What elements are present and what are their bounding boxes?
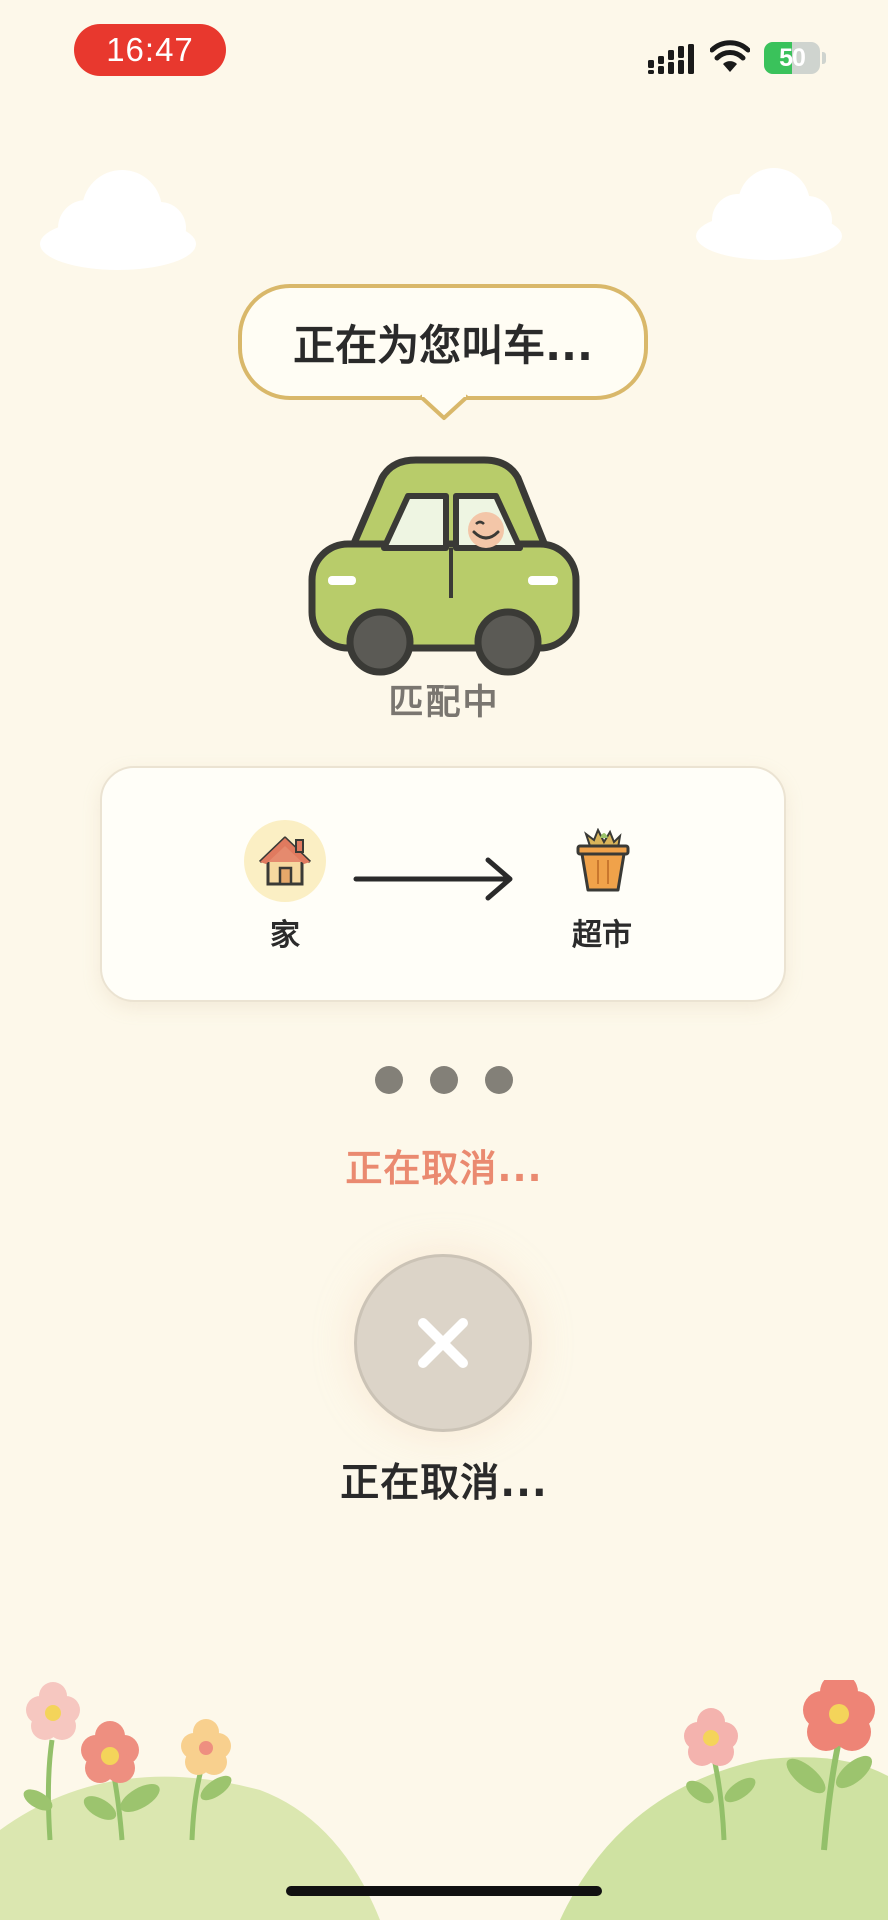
destination-label: 超市 (572, 918, 632, 953)
progress-dot (430, 1066, 458, 1094)
cancel-status-text: 正在取消... (345, 1147, 543, 1190)
house-icon (258, 836, 312, 886)
cancel-ride-button[interactable] (354, 1254, 532, 1432)
wifi-icon (710, 40, 750, 72)
progress-dot (375, 1066, 403, 1094)
speech-bubble: 正在为您叫车... (238, 284, 648, 400)
close-icon (418, 1318, 468, 1368)
matching-status-label: 匹配中 (388, 683, 500, 723)
grocery-basket-icon (576, 828, 630, 892)
battery-level: 50 (779, 44, 806, 72)
hills-flowers-decoration (0, 1680, 888, 1920)
speech-bubble-tail (418, 392, 470, 420)
progress-dot (485, 1066, 513, 1094)
cloud-right (696, 168, 842, 260)
car-illustration (308, 456, 580, 676)
right-arrow-icon (353, 857, 513, 901)
battery-icon: 50 (764, 42, 828, 74)
cancel-caption: 正在取消... (340, 1461, 548, 1506)
signal-icon (648, 44, 694, 74)
home-indicator[interactable] (286, 1886, 602, 1896)
status-time: 16:47 (74, 24, 226, 76)
origin-icon-container (244, 820, 326, 902)
origin-label: 家 (270, 918, 300, 953)
cloud-left (40, 170, 196, 270)
